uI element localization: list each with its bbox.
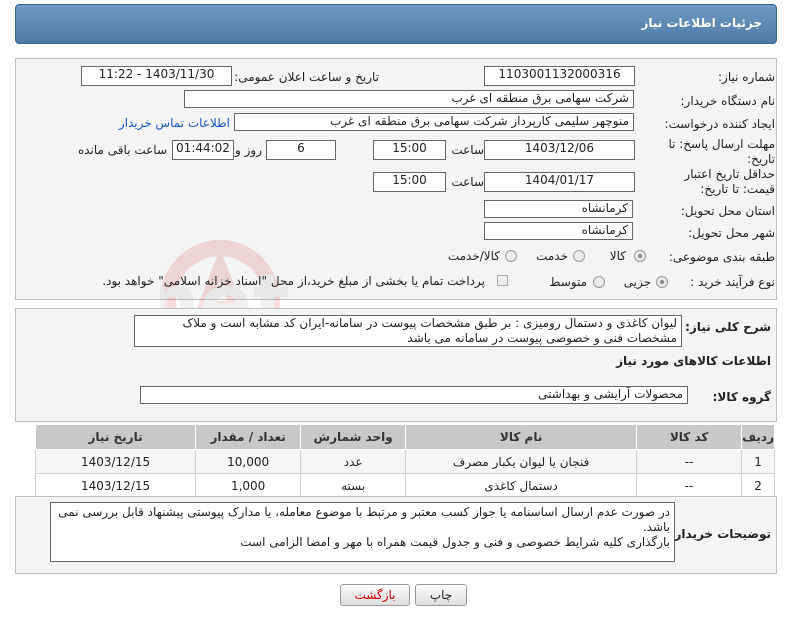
validity-label: حداقل تاریخ اعتبار قیمت: تا تاریخ: (684, 167, 775, 196)
need-number-field: 1103001132000316 (484, 66, 635, 86)
buyer-org-label: نام دستگاه خریدار: (680, 94, 776, 108)
goods-group-field: محصولات آرایشی و بهداشتی (140, 386, 688, 404)
city-label: شهر محل تحویل: (688, 226, 775, 240)
goods-group-label: گروه کالا: (712, 390, 771, 404)
category-radio-goods-service[interactable] (505, 250, 517, 262)
cell-code: -- (636, 449, 743, 474)
cell-name: فنجان یا لیوان یکبار مصرف (405, 449, 638, 474)
cell-unit: عدد (300, 449, 407, 474)
cell-row: 2 (741, 473, 775, 498)
validity-date-field: 1404/01/17 (484, 172, 635, 192)
description-line1: لیوان کاغذی و دستمال رومیزی : بر طبق مشخ… (182, 316, 677, 330)
cell-code: -- (636, 473, 743, 498)
col-quantity: تعداد / مقدار (195, 424, 302, 450)
deadline-date-field: 1403/12/06 (484, 140, 635, 160)
remaining-time-field: 01:44:02 (172, 140, 234, 160)
buyer-notes-line2: باشد. (642, 520, 670, 534)
deadline-label: مهلت ارسال پاسخ: تا تاریخ: (668, 137, 775, 166)
goods-info-title: اطلاعات کالاهای مورد نیاز (616, 354, 771, 368)
process-label: نوع فرآیند خرید : (690, 275, 775, 289)
need-number-label: شماره نیاز: (718, 70, 775, 84)
remaining-label: ساعت باقی مانده (77, 143, 167, 157)
cell-name: دستمال کاغذی (405, 473, 638, 498)
table-header-row: ردیف کد کالا نام کالا واحد شمارش تعداد /… (34, 424, 775, 450)
validity-time-label: ساعت (451, 175, 484, 189)
table-row: 2 -- دستمال کاغذی بسته 1,000 1403/12/15 (34, 473, 775, 498)
cell-date: 1403/12/15 (34, 449, 197, 474)
col-date: تاریخ نیاز (34, 424, 197, 450)
category-radio-goods[interactable] (634, 250, 646, 262)
process-option-medium: متوسط (549, 275, 587, 289)
validity-time-field: 15:00 (373, 172, 446, 192)
days-remaining-field: 6 (266, 140, 336, 160)
cell-unit: بسته (300, 473, 407, 498)
description-textarea[interactable]: لیوان کاغذی و دستمال رومیزی : بر طبق مشخ… (134, 315, 682, 347)
category-label: طبقه بندی موضوعی: (668, 250, 775, 264)
creator-field: منوچهر سلیمی کارپرداز شرکت سهامی برق منط… (234, 113, 634, 131)
buyer-notes-label: توضیحات خریدار: (669, 527, 771, 541)
category-option-goods-service: کالا/خدمت (447, 249, 500, 263)
process-radio-medium[interactable] (593, 276, 605, 288)
creator-label: ایجاد کننده درخواست: (664, 117, 775, 131)
announce-field: 1403/11/30 - 11:22 (81, 66, 232, 86)
cell-quantity: 10,000 (195, 449, 302, 474)
page-header: جزئیات اطلاعات نیاز (15, 4, 777, 44)
cell-quantity: 1,000 (195, 473, 302, 498)
deadline-time-label: ساعت (451, 143, 484, 157)
col-name: نام کالا (405, 424, 638, 450)
description-line2: مشخصات فنی و خصوصی پیوست در سامانه می با… (407, 331, 677, 345)
cell-date: 1403/12/15 (34, 473, 197, 498)
deadline-time-field: 15:00 (373, 140, 446, 160)
province-field: کرمانشاه (484, 200, 633, 218)
table-row: 1 -- فنجان یا لیوان یکبار مصرف عدد 10,00… (34, 449, 775, 474)
page-title: جزئیات اطلاعات نیاز (641, 16, 762, 30)
treasury-payment-note: پرداخت تمام یا بخشی از مبلغ خرید،از محل … (102, 274, 485, 288)
buyer-contact-link[interactable]: اطلاعات تماس خریدار (119, 116, 230, 130)
col-code: کد کالا (636, 424, 743, 450)
days-label: روز و (235, 143, 262, 157)
process-radio-minor[interactable] (656, 276, 668, 288)
back-button[interactable]: بازگشت (340, 584, 410, 606)
description-label: شرح کلی نیاز: (685, 320, 771, 334)
print-button[interactable]: چاپ (415, 584, 467, 606)
category-radio-service[interactable] (573, 250, 585, 262)
announce-label: تاریخ و ساعت اعلان عمومی: (234, 70, 379, 84)
province-label: استان محل تحویل: (680, 204, 775, 218)
category-option-goods: کالا (609, 249, 626, 263)
cell-row: 1 (741, 449, 775, 474)
category-option-service: خدمت (536, 249, 568, 263)
city-field: کرمانشاه (484, 222, 633, 240)
goods-table: ردیف کد کالا نام کالا واحد شمارش تعداد /… (34, 424, 775, 498)
process-option-minor: جزیی (623, 275, 651, 289)
buyer-org-field: شرکت سهامی برق منطقه ای غرب (184, 90, 634, 108)
treasury-payment-checkbox[interactable] (497, 275, 508, 286)
buyer-notes-line1: در صورت عدم ارسال اساسنامه یا جواز کسب م… (58, 505, 670, 519)
col-unit: واحد شمارش (300, 424, 407, 450)
buyer-notes-textarea[interactable]: در صورت عدم ارسال اساسنامه یا جواز کسب م… (50, 502, 675, 562)
buyer-notes-line3: بارگذاری کلیه شرایط خصوصی و فنی و جدول ق… (240, 535, 670, 549)
col-row: ردیف (741, 424, 775, 450)
